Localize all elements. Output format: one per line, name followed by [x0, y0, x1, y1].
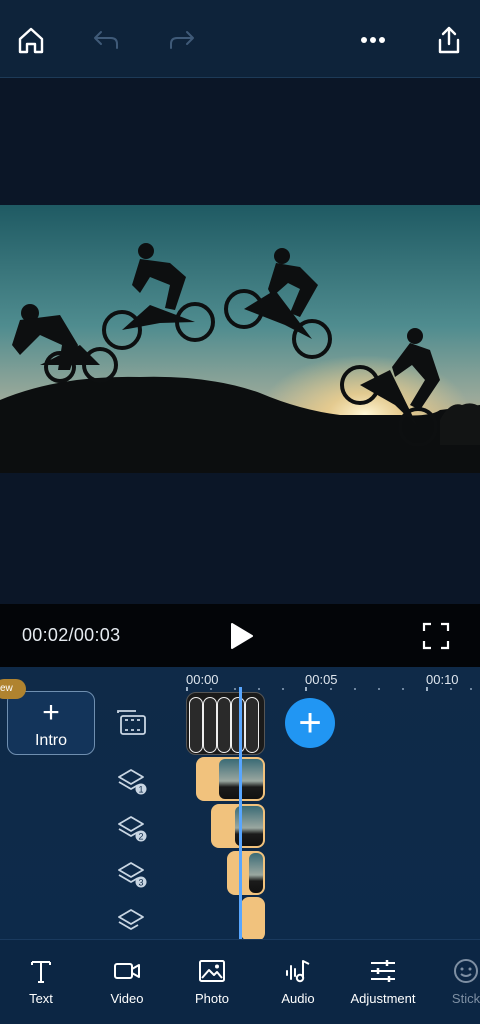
sticker-icon: [454, 959, 478, 983]
overlay-track-icon[interactable]: 1: [116, 765, 148, 797]
video-track-icon[interactable]: [116, 708, 148, 740]
ruler-dot: [354, 688, 356, 690]
playhead[interactable]: [239, 687, 242, 939]
video-icon: [114, 963, 140, 979]
text-tool-label: Text: [29, 991, 53, 1006]
redo-button[interactable]: [164, 22, 200, 58]
ruler-dot: [210, 688, 212, 690]
clip-frame: [231, 697, 245, 753]
overlay-clip-4[interactable]: [241, 897, 265, 939]
video-tool-label: Video: [110, 991, 144, 1006]
clip-frame: [189, 697, 203, 753]
ruler-tick: [186, 687, 188, 691]
text-icon: [31, 961, 51, 983]
playback-time: 00:02/00:03: [22, 625, 121, 645]
ruler-label: 00:05: [305, 672, 338, 687]
add-clip-button[interactable]: +: [285, 698, 335, 748]
svg-text:2: 2: [138, 832, 143, 842]
ruler-dot: [234, 688, 236, 690]
intro-label: Intro: [34, 732, 67, 749]
overlay-track-icon[interactable]: 2: [116, 812, 148, 844]
plus-icon: +: [42, 696, 60, 729]
audio-tool[interactable]: Audio: [258, 958, 338, 1006]
fullscreen-button[interactable]: [421, 621, 451, 651]
ruler-label: 00:10: [426, 672, 459, 687]
clip-frame: [217, 697, 231, 753]
new-badge: ew: [0, 679, 26, 699]
overlay-clip-1[interactable]: [196, 757, 265, 801]
redo-icon: [170, 31, 194, 49]
undo-icon: [94, 31, 118, 49]
timeline-panel[interactable]: 00:00 00:05 00:10 + Intro ew 1 2 3 +: [0, 667, 480, 939]
top-bar: [0, 0, 480, 78]
adjustment-tool[interactable]: Adjustment: [343, 958, 423, 1006]
ruler-label: 00:00: [186, 672, 219, 687]
preview-frame-image: [0, 205, 480, 473]
main-video-clip[interactable]: [186, 692, 265, 755]
undo-button[interactable]: [88, 22, 124, 58]
more-icon: [361, 37, 385, 43]
photo-tool[interactable]: Photo: [172, 958, 252, 1006]
photo-icon: [199, 960, 225, 982]
ruler-dot: [378, 688, 380, 690]
ruler-tick: [426, 687, 428, 691]
svg-text:3: 3: [138, 878, 143, 888]
ruler-dot: [330, 688, 332, 690]
play-icon: [231, 623, 253, 649]
ruler-dot: [450, 688, 452, 690]
overlay-track-icon[interactable]: 3: [116, 858, 148, 890]
share-icon: [438, 26, 460, 54]
audio-icon: [286, 960, 310, 983]
play-button[interactable]: [226, 620, 256, 652]
video-editor: 00:02/00:03 00:00 00:05 00:10 + Intro ew…: [0, 0, 480, 1024]
video-tool[interactable]: Video: [87, 958, 167, 1006]
overlay-clip-2[interactable]: [211, 804, 265, 848]
add-intro-button[interactable]: + Intro: [7, 691, 95, 755]
home-button[interactable]: [13, 22, 49, 58]
overlay-track-icon[interactable]: [116, 905, 148, 937]
ruler-dot: [470, 688, 472, 690]
adjustment-icon: [371, 960, 395, 982]
ruler-dot: [258, 688, 260, 690]
photo-tool-label: Photo: [195, 991, 229, 1006]
more-button[interactable]: [355, 22, 391, 58]
ruler-tick: [305, 687, 307, 691]
clip-frame: [245, 697, 259, 753]
sticker-tool-label: Stick: [451, 991, 480, 1006]
ruler-dot: [282, 688, 284, 690]
overlay-thumbnail: [249, 853, 263, 893]
overlay-clip-3[interactable]: [227, 851, 265, 895]
video-preview[interactable]: [0, 78, 480, 604]
svg-text:1: 1: [138, 785, 143, 795]
fullscreen-icon: [422, 622, 450, 650]
playback-bar: 00:02/00:03: [0, 604, 480, 667]
text-tool[interactable]: Text: [1, 958, 81, 1006]
share-button[interactable]: [431, 22, 467, 58]
clip-frame: [203, 697, 217, 753]
adjustment-tool-label: Adjustment: [350, 991, 416, 1006]
bottom-toolbar: Text Video Photo Audio Adjustment Stick: [0, 939, 480, 1024]
audio-tool-label: Audio: [281, 991, 315, 1006]
ruler-dot: [402, 688, 404, 690]
sticker-tool[interactable]: Stick: [426, 958, 480, 1006]
home-icon: [18, 27, 44, 54]
